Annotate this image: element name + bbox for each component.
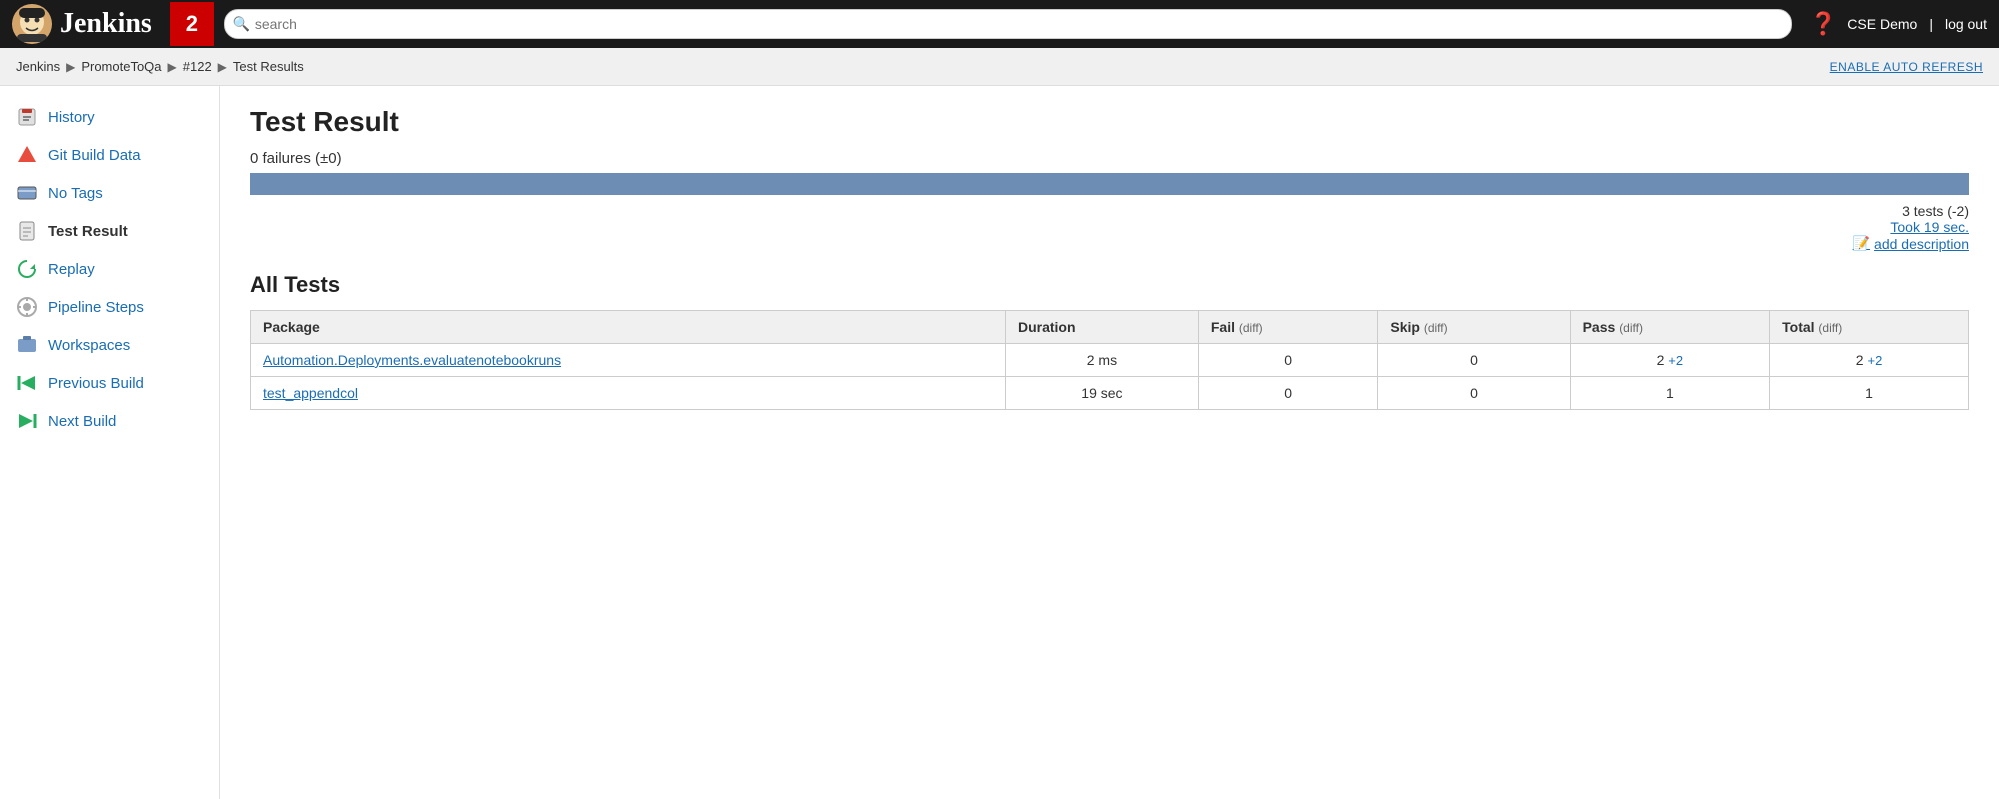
auto-refresh-link[interactable]: ENABLE AUTO REFRESH [1830, 60, 1983, 74]
tests-table: Package Duration Fail (diff) Skip (diff)… [250, 310, 1969, 410]
jenkins-logo-icon [12, 4, 52, 44]
replay-icon [16, 258, 38, 280]
sidebar-item-git-build-data[interactable]: Git Build Data [0, 136, 219, 174]
breadcrumb-build-num[interactable]: #122 [183, 59, 212, 74]
duration-link[interactable]: Took 19 sec. [1890, 219, 1969, 235]
breadcrumb-promotetaqa[interactable]: PromoteToQa [81, 59, 161, 74]
table-row: test_appendcol 19 sec 0 0 1 1 [251, 377, 1969, 410]
next-build-icon [16, 410, 38, 432]
cell-package: Automation.Deployments.evaluatenotebookr… [251, 344, 1006, 377]
sidebar-item-pipeline-steps[interactable]: Pipeline Steps [0, 288, 219, 326]
breadcrumb: Jenkins ▶ PromoteToQa ▶ #122 ▶ Test Resu… [0, 48, 1999, 86]
search-wrapper: 🔍 [224, 9, 1792, 39]
table-header: Package Duration Fail (diff) Skip (diff)… [251, 311, 1969, 344]
sidebar-label-history: History [48, 109, 95, 126]
table-row: Automation.Deployments.evaluatenotebookr… [251, 344, 1969, 377]
col-total: Total (diff) [1770, 311, 1969, 344]
col-fail: Fail (diff) [1198, 311, 1377, 344]
history-icon [16, 106, 38, 128]
package-link[interactable]: test_appendcol [263, 385, 358, 401]
add-description-link[interactable]: 📝 add description [1853, 235, 1969, 252]
sidebar-item-next-build[interactable]: Next Build [0, 402, 219, 440]
sidebar-label-testresult: Test Result [48, 223, 128, 240]
cell-duration: 2 ms [1005, 344, 1198, 377]
user-name: CSE Demo [1847, 16, 1917, 32]
workspace-icon [16, 334, 38, 356]
layout: History Git Build Data No Tags [0, 86, 1999, 799]
logo[interactable]: Jenkins [12, 4, 152, 44]
header: Jenkins 2 🔍 ❓ CSE Demo | log out [0, 0, 1999, 48]
sidebar-label-pipeline: Pipeline Steps [48, 299, 144, 316]
cell-pass: 2 +2 [1570, 344, 1770, 377]
col-pass: Pass (diff) [1570, 311, 1770, 344]
cell-package: test_appendcol [251, 377, 1006, 410]
sidebar-item-history[interactable]: History [0, 98, 219, 136]
sidebar-label-workspace: Workspaces [48, 337, 130, 354]
col-skip: Skip (diff) [1378, 311, 1570, 344]
jenkins-title: Jenkins [60, 8, 152, 40]
cell-pass: 1 [1570, 377, 1770, 410]
breadcrumb-test-results: Test Results [233, 59, 304, 74]
sidebar-item-workspaces[interactable]: Workspaces [0, 326, 219, 364]
main-content: Test Result 0 failures (±0) 3 tests (-2)… [220, 86, 1999, 799]
failures-text: 0 failures (±0) [250, 150, 1969, 167]
stats-row: 3 tests (-2) Took 19 sec. 📝 add descript… [250, 203, 1969, 252]
git-icon [16, 144, 38, 166]
help-icon[interactable]: ❓ [1810, 11, 1837, 37]
cell-duration: 19 sec [1005, 377, 1198, 410]
sidebar-label-notags: No Tags [48, 185, 103, 202]
page-title: Test Result [250, 106, 1969, 138]
header-right: CSE Demo | log out [1847, 16, 1987, 32]
no-tags-icon [16, 182, 38, 204]
sidebar-label-replay: Replay [48, 261, 95, 278]
logout-link[interactable]: log out [1945, 16, 1987, 32]
cell-total: 2 +2 [1770, 344, 1969, 377]
breadcrumb-jenkins[interactable]: Jenkins [16, 59, 60, 74]
sidebar-item-no-tags[interactable]: No Tags [0, 174, 219, 212]
cell-fail: 0 [1198, 377, 1377, 410]
package-link[interactable]: Automation.Deployments.evaluatenotebookr… [263, 352, 561, 368]
breadcrumb-left: Jenkins ▶ PromoteToQa ▶ #122 ▶ Test Resu… [16, 59, 304, 74]
sidebar-item-test-result[interactable]: Test Result [0, 212, 219, 250]
cell-skip: 0 [1378, 377, 1570, 410]
sidebar-label-nextbuild: Next Build [48, 413, 116, 430]
progress-bar-fill [250, 173, 1969, 195]
prev-build-icon [16, 372, 38, 394]
col-package: Package [251, 311, 1006, 344]
sidebar-label-prevbuild: Previous Build [48, 375, 144, 392]
test-result-icon [16, 220, 38, 242]
cell-skip: 0 [1378, 344, 1570, 377]
sidebar-item-replay[interactable]: Replay [0, 250, 219, 288]
sidebar-item-previous-build[interactable]: Previous Build [0, 364, 219, 402]
progress-bar-container [250, 173, 1969, 195]
cell-total: 1 [1770, 377, 1969, 410]
sidebar-label-git: Git Build Data [48, 147, 141, 164]
edit-icon: 📝 [1853, 235, 1870, 252]
col-duration: Duration [1005, 311, 1198, 344]
table-body: Automation.Deployments.evaluatenotebookr… [251, 344, 1969, 410]
sidebar: History Git Build Data No Tags [0, 86, 220, 799]
notification-badge[interactable]: 2 [170, 2, 214, 46]
cell-fail: 0 [1198, 344, 1377, 377]
search-input[interactable] [224, 9, 1792, 39]
search-icon: 🔍 [233, 16, 250, 33]
all-tests-title: All Tests [250, 272, 1969, 298]
pipeline-icon [16, 296, 38, 318]
tests-count: 3 tests (-2) [1902, 203, 1969, 219]
